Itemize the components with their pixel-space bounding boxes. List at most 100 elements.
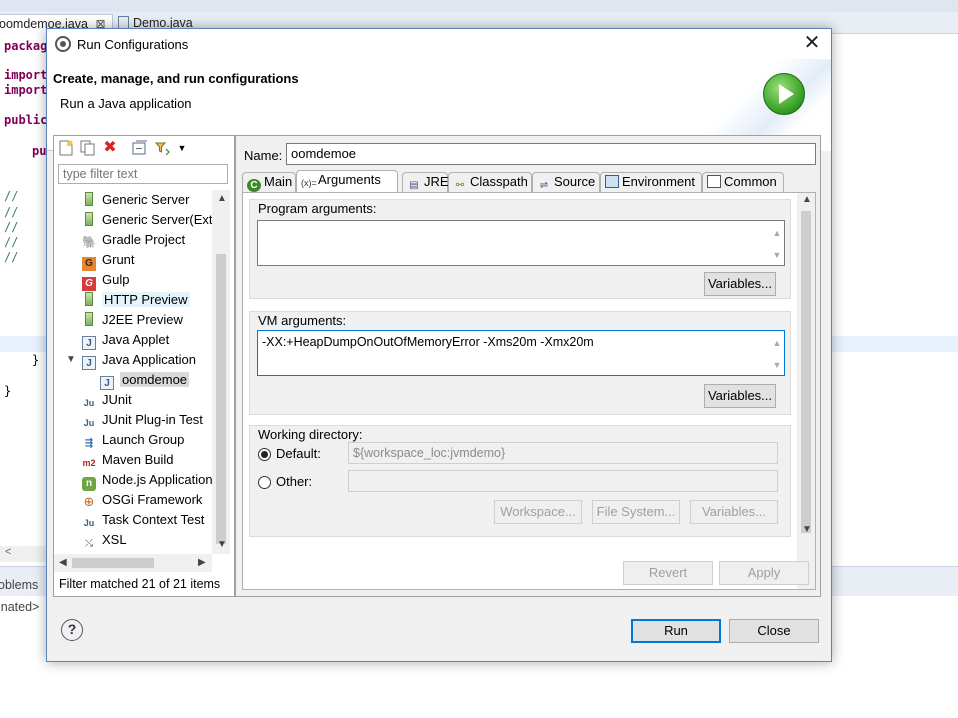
configuration-tabs: C Main (x)=Arguments ▤ JRE ⚯ Classpath ⇌ Sou… [242,170,816,192]
delete-icon[interactable]: ✖ [102,140,118,156]
source-tab-icon: ⇌ [539,180,549,191]
filter-icon[interactable] [154,140,170,156]
scroll-thumb[interactable] [801,211,811,533]
tree-item-oomdemoe[interactable]: Joomdemoe [100,370,190,390]
gulp-icon: G [82,277,96,291]
tab-main[interactable]: C Main [242,172,296,192]
tab-jre[interactable]: ▤ JRE [402,172,449,192]
scroll-left-icon[interactable]: ◀ [59,554,67,572]
common-tab-icon [707,175,721,188]
close-icon[interactable]: ✕ [801,32,823,54]
workspace-button[interactable]: Workspace... [494,500,582,524]
tab-label: Source [554,174,596,189]
help-icon[interactable]: ? [61,619,83,641]
tree-item-http-preview[interactable]: HTTP Preview [82,290,190,310]
tab-classpath[interactable]: ⚯ Classpath [448,172,532,192]
tree-item-gradle-project[interactable]: 🐘 Gradle Project [82,230,185,250]
filter-input[interactable] [58,164,228,184]
tree-item-maven-build[interactable]: m2 Maven Build [82,450,173,470]
tree-horizontal-scrollbar[interactable]: ◀ ▶ [54,554,212,572]
scroll-thumb[interactable] [216,254,226,544]
tree-item-label: Gradle Project [102,232,186,247]
code-line: pu [32,144,47,158]
new-configuration-icon[interactable] [58,140,74,156]
code-comment: // [4,235,19,249]
filter-status: Filter matched 21 of 21 items [59,577,221,591]
file-system-button[interactable]: File System... [592,500,680,524]
name-field[interactable]: oomdemoe [286,143,816,165]
apply-button[interactable]: Apply [719,561,809,585]
tab-source[interactable]: ⇌ Source [532,172,600,192]
nodejs-icon: n [82,477,96,491]
server-icon [85,192,93,206]
tree-item-java-application[interactable]: ▼ J Java Application [66,350,196,370]
duplicate-icon[interactable] [80,140,96,156]
tree-item-generic-server-ext[interactable]: Generic Server(Exte [82,210,214,230]
scroll-up-icon[interactable]: ▲ [802,191,812,209]
tab-arguments[interactable]: (x)=Arguments [296,170,398,192]
dialog-title: Run Configurations [77,37,189,52]
run-button[interactable]: Run [631,619,721,643]
default-radio[interactable] [258,448,271,461]
chevron-down-icon[interactable]: ▼ [174,140,190,156]
tree-item-label: J2EE Preview [102,312,183,327]
tree-item-junit[interactable]: Ju JUnit [82,390,132,410]
scroll-thumb[interactable] [72,558,154,568]
tree-item-java-applet[interactable]: J Java Applet [82,330,169,350]
tree-item-label: JUnit Plug-in Test [102,412,203,427]
scroll-down-icon[interactable]: ▼ [217,536,227,554]
tab-label: Main [264,174,293,189]
tree-item-generic-server[interactable]: Generic Server [82,190,189,210]
tree-item-gulp[interactable]: G Gulp [82,270,129,291]
tree-item-launch-group[interactable]: ⇶ Launch Group [82,430,185,450]
tree-item-label: JUnit [102,392,132,407]
program-arguments-scrollbar[interactable]: ▲ ▼ [770,222,784,266]
tab-label: Arguments [318,172,381,187]
junit-plugin-icon: Ju [83,418,95,428]
tree-vertical-scrollbar[interactable]: ▲ ▼ [212,190,230,554]
classpath-tab-icon: ⚯ [455,180,465,191]
tree-item-junit-plugin-test[interactable]: Ju JUnit Plug-in Test [82,410,203,430]
tab-environment[interactable]: Environment [600,172,702,192]
collapse-all-icon[interactable] [132,140,148,156]
tree-item-osgi-framework[interactable]: ⊕ OSGi Framework [82,490,203,510]
tree-item-task-context-test[interactable]: Ju Task Context Test [82,510,205,530]
tree-item-label: Generic Server(Exte [102,212,214,227]
tree-item-grunt[interactable]: G Grunt [82,250,135,271]
tab-label: Common [724,174,777,189]
close-button[interactable]: Close [729,619,819,643]
tree-item-label: Task Context Test [102,512,205,527]
configuration-editor: Name: oomdemoe C Main (x)=Arguments ▤ JRE … [235,135,821,597]
chevron-down-icon[interactable]: ▼ [66,350,76,370]
scroll-right-icon[interactable]: ▶ [198,554,206,572]
tree-item-label: Java Application [102,352,196,367]
vm-arguments-scrollbar[interactable]: ▲ ▼ [770,332,784,376]
vm-arguments-field[interactable]: -XX:+HeapDumpOnOutOfMemoryError -Xms20m … [257,330,785,376]
tree-item-nodejs-application[interactable]: n Node.js Application [82,470,213,491]
working-directory-label: Working directory: [256,427,365,442]
editor-scroll-left[interactable]: < [0,546,46,562]
server-icon [85,292,93,306]
tree-item-xsl[interactable]: ⤯ XSL [82,530,127,550]
variables-button[interactable]: Variables... [690,500,778,524]
code-comment: // [4,189,19,203]
tree-item-j2ee-preview[interactable]: J2EE Preview [82,310,183,330]
problems-tab[interactable]: oblems [0,578,38,592]
other-label: Other: [276,474,313,489]
vm-variables-button[interactable]: Variables... [704,384,776,408]
xsl-icon: ⤯ [85,538,93,549]
program-arguments-group: Program arguments: ▲ ▼ Variables... [249,199,791,299]
other-radio[interactable] [258,476,271,489]
applet-icon: J [82,336,96,350]
working-directory-group: Working directory: Default: ${workspace_… [249,425,791,537]
tree-item-label: HTTP Preview [102,292,190,307]
revert-button[interactable]: Revert [623,561,713,585]
configuration-tree: Generic Server Generic Server(Exte 🐘 Grad… [54,190,214,554]
scroll-up-icon[interactable]: ▲ [217,190,227,208]
program-arguments-field[interactable] [257,220,785,266]
arguments-vertical-scrollbar[interactable]: ▲ ▼ [797,193,815,589]
vm-arguments-group: VM arguments: -XX:+HeapDumpOnOutOfMemory… [249,311,791,415]
scroll-down-icon[interactable]: ▼ [802,521,812,539]
tab-common[interactable]: Common [702,172,784,192]
program-variables-button[interactable]: Variables... [704,272,776,296]
